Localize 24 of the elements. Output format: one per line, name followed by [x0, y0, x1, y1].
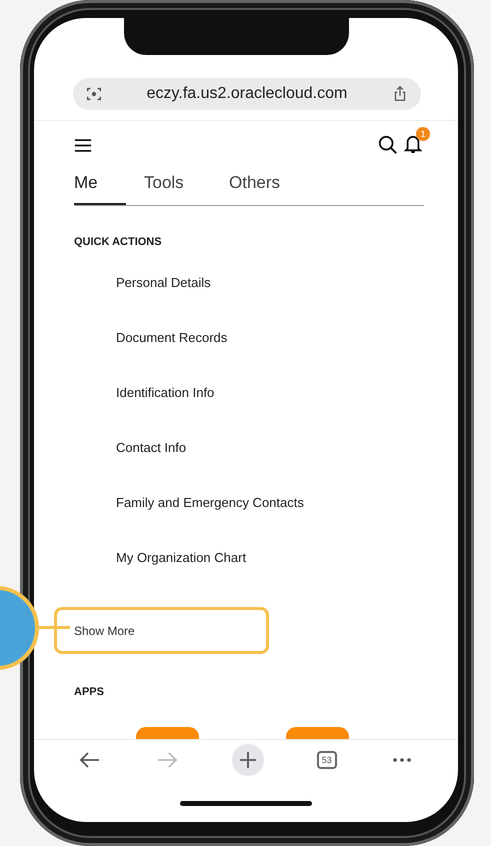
- search-icon[interactable]: [378, 135, 398, 155]
- quick-action-link[interactable]: My Organization Chart: [116, 547, 436, 569]
- tab[interactable]: Tools: [144, 167, 229, 205]
- url-text: eczy.fa.us2.oraclecloud.com: [146, 85, 348, 103]
- quick-action-link[interactable]: Personal Details: [116, 272, 436, 294]
- tab[interactable]: Others: [229, 167, 314, 205]
- app-tile[interactable]: [286, 727, 349, 739]
- quick-action-link[interactable]: Family and Emergency Contacts: [116, 492, 436, 514]
- bell-icon[interactable]: [404, 134, 422, 154]
- plus-icon[interactable]: [232, 744, 264, 776]
- tab[interactable]: Me: [74, 167, 126, 205]
- scan-icon[interactable]: [85, 85, 103, 103]
- leader-line: [39, 626, 70, 629]
- quick-action-link[interactable]: Contact Info: [116, 437, 436, 459]
- app-tile[interactable]: [136, 727, 199, 739]
- tab-count-button[interactable]: 53: [316, 751, 337, 769]
- address-bar[interactable]: eczy.fa.us2.oraclecloud.com: [73, 78, 421, 110]
- section-heading: QUICK ACTIONS: [74, 236, 163, 248]
- notification-badge: 1: [416, 127, 430, 141]
- show-more-link[interactable]: Show More: [74, 624, 135, 638]
- section-heading: APPS: [74, 686, 105, 698]
- quick-action-link[interactable]: Identification Info: [116, 382, 436, 404]
- menu-icon[interactable]: [74, 138, 92, 152]
- quick-action-link[interactable]: Document Records: [116, 327, 436, 349]
